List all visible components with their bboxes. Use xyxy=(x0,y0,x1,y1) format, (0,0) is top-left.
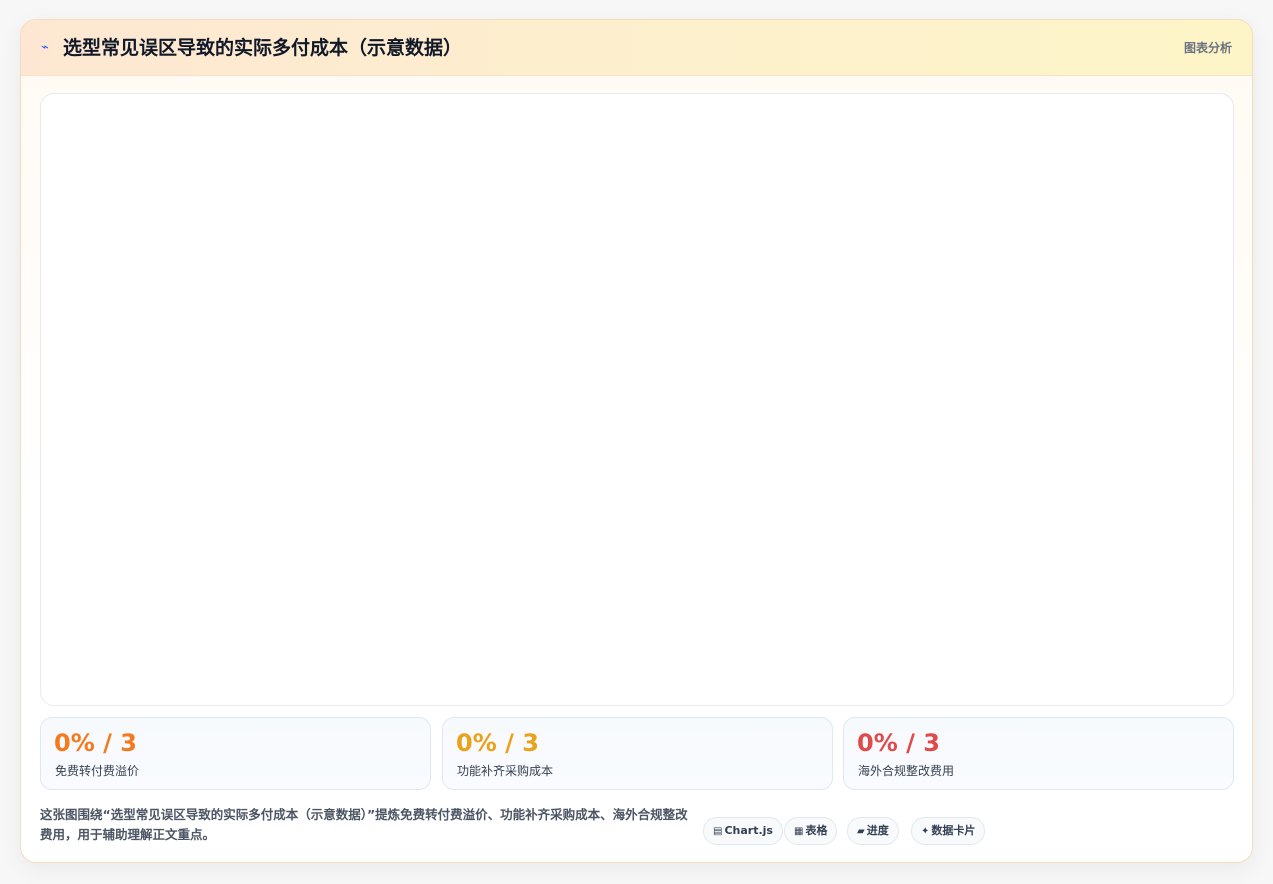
stat-cards: 0% / 3 免费转付费溢价 0% / 3 功能补齐采购成本 0% / 3 海外… xyxy=(40,717,1234,790)
chip-data-card: ✦ 数据卡片 xyxy=(911,817,986,845)
stat-card-compliance-cost: 0% / 3 海外合规整改费用 xyxy=(843,717,1234,790)
header-tag: 图表分析 xyxy=(1183,41,1232,55)
chip-label: 数据卡片 xyxy=(931,824,976,837)
chart-icon: ▤ xyxy=(713,826,723,837)
stat-value: 0% / 3 xyxy=(54,729,137,757)
table-icon: ▦ xyxy=(794,826,804,837)
chip-label: 进度 xyxy=(866,824,889,837)
chart-card: ⌁ 选型常见误区导致的实际多付成本（示意数据） 图表分析 0% / 3 免费转付… xyxy=(20,19,1253,863)
sparkle-icon: ✦ xyxy=(921,826,930,837)
stat-card-feature-cost: 0% / 3 功能补齐采购成本 xyxy=(442,717,833,790)
chip-label: Chart.js xyxy=(724,824,773,837)
stat-label: 免费转付费溢价 xyxy=(55,764,140,778)
stat-label: 功能补齐采购成本 xyxy=(457,764,554,778)
card-header: ⌁ 选型常见误区导致的实际多付成本（示意数据） 图表分析 xyxy=(21,20,1252,76)
chart-description: 这张图围绕“选型常见误区导致的实际多付成本（示意数据）”提炼免费转付费溢价、功能… xyxy=(40,807,688,842)
stat-card-premium: 0% / 3 免费转付费溢价 xyxy=(40,717,431,790)
chart-trend-icon: ⌁ xyxy=(41,40,49,55)
chip-label: 表格 xyxy=(805,824,828,837)
progress-icon: ▰ xyxy=(857,826,865,837)
stat-value: 0% / 3 xyxy=(456,729,539,757)
page-title: 选型常见误区导致的实际多付成本（示意数据） xyxy=(63,37,463,59)
chart-canvas xyxy=(40,93,1234,706)
stat-value: 0% / 3 xyxy=(857,729,940,757)
chip-table: ▦ 表格 xyxy=(784,817,838,845)
chip-progress: ▰ 进度 xyxy=(847,817,899,845)
chip-chartjs: ▤ Chart.js xyxy=(703,817,783,845)
stat-label: 海外合规整改费用 xyxy=(858,764,955,778)
